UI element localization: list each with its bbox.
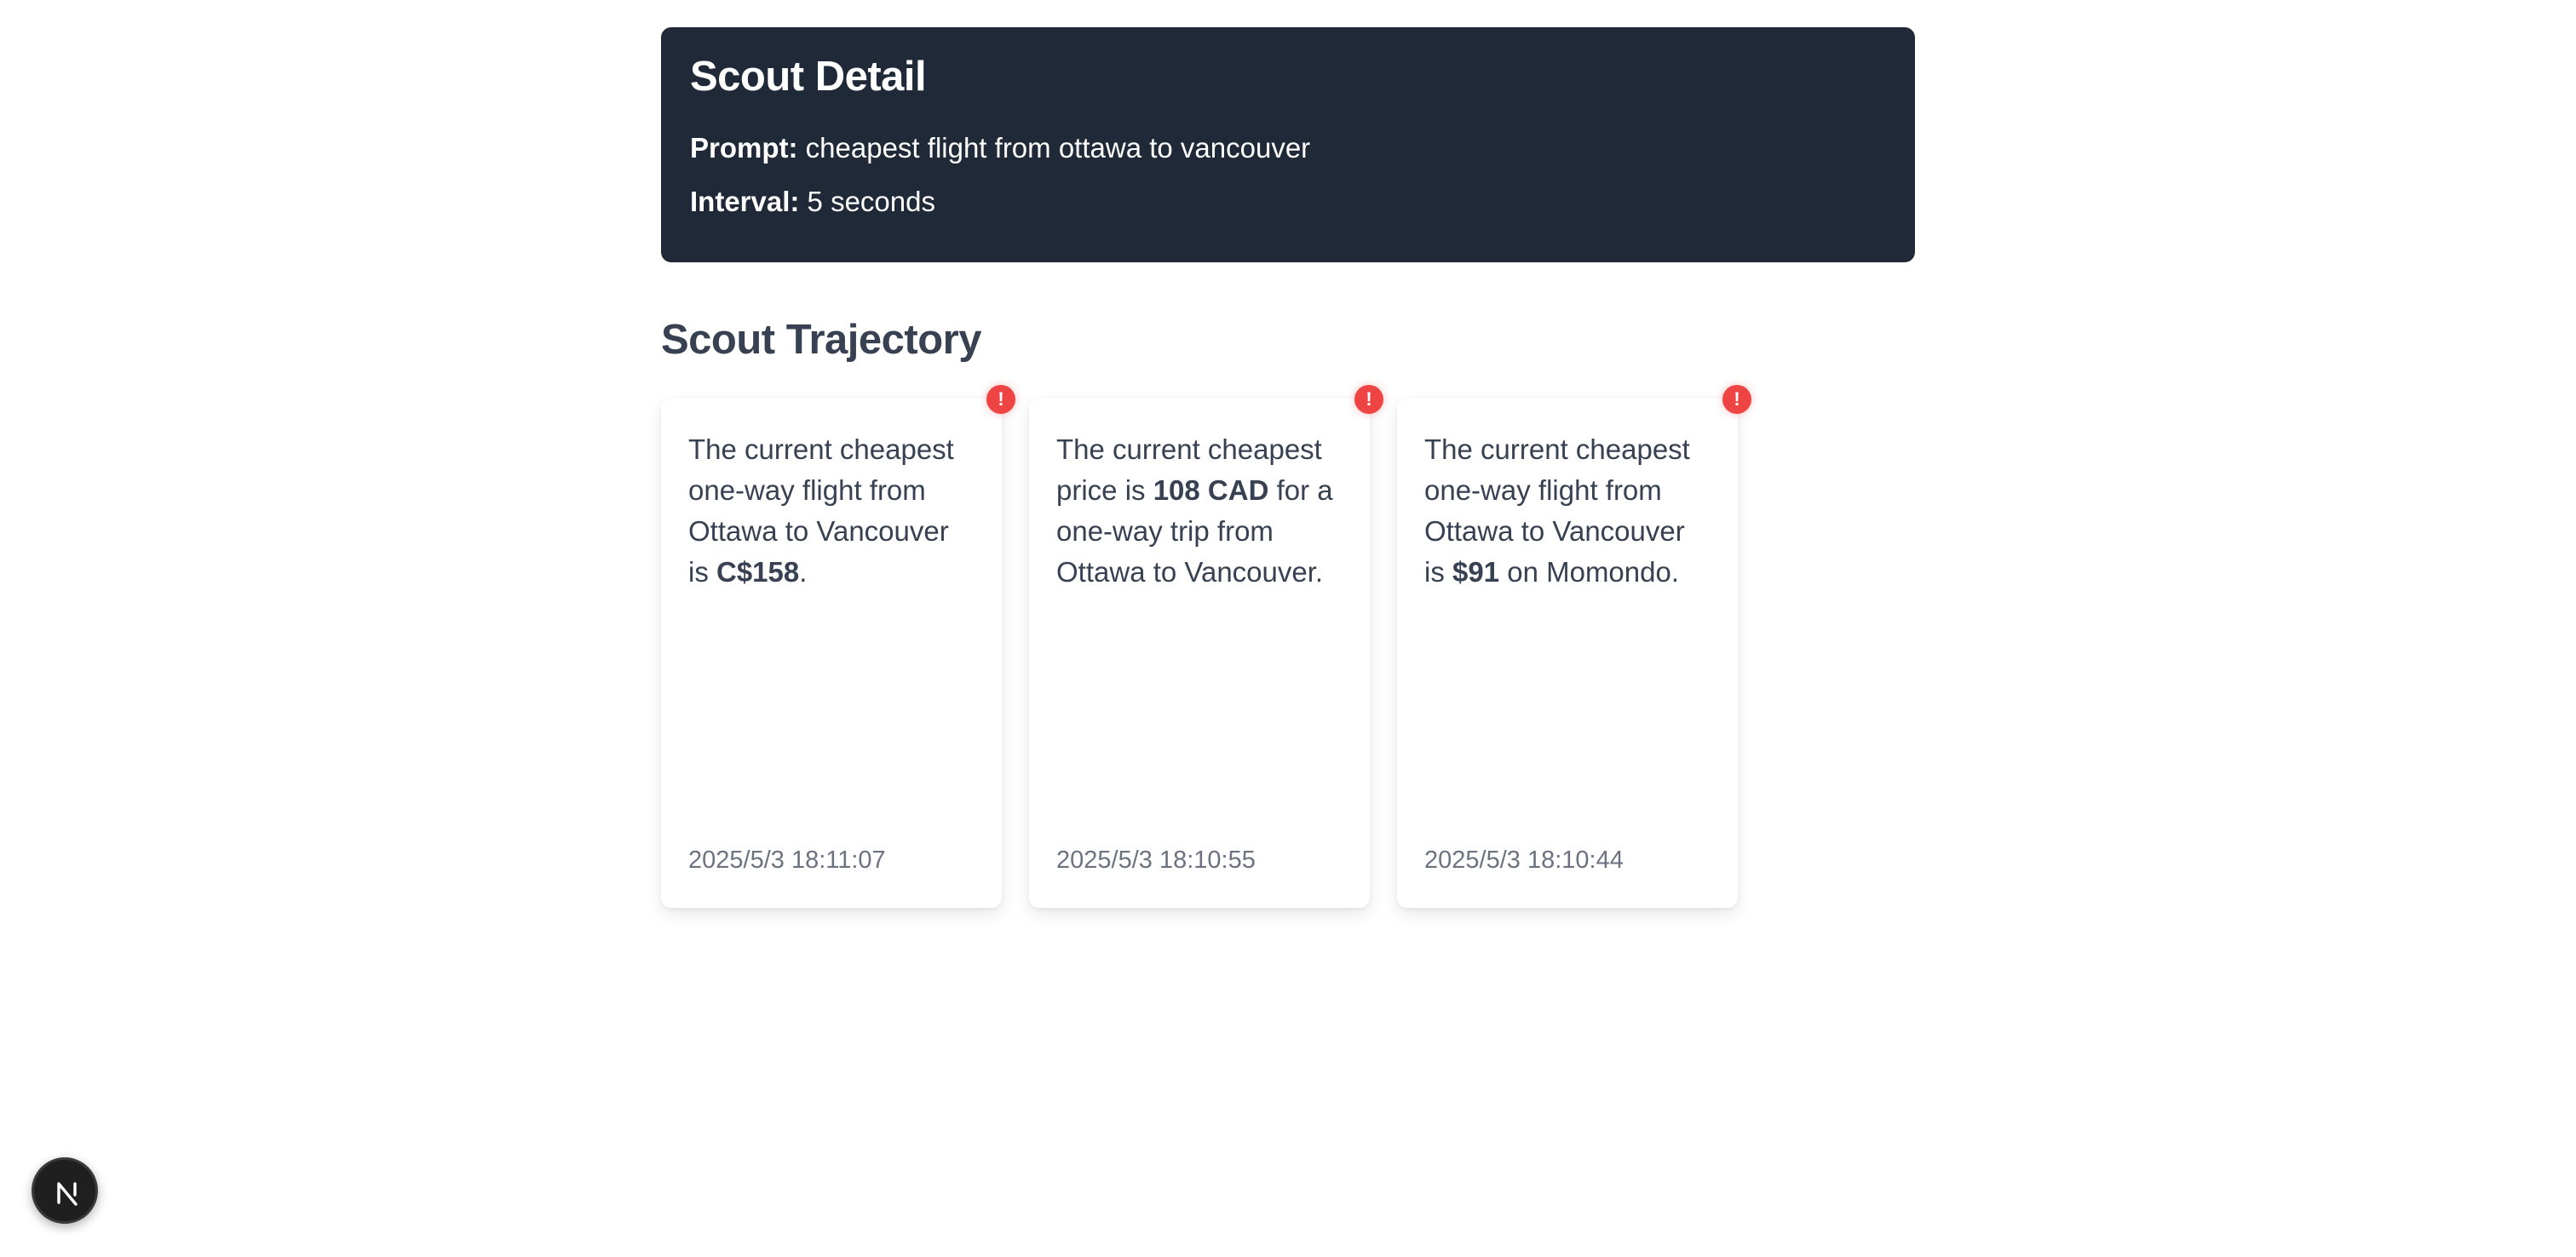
prompt-value: cheapest flight from ottawa to vancouver [805,132,1311,164]
trajectory-card[interactable]: The current cheapest one-way flight from… [661,385,1015,908]
alert-icon: ! [986,385,1015,414]
price-highlight: $91 [1452,556,1500,588]
trajectory-card-timestamp: 2025/5/3 18:10:44 [1424,847,1624,874]
scout-trajectory-title: Scout Trajectory [661,317,981,363]
interval-value: 5 seconds [807,186,935,217]
interval-row: Interval: 5 seconds [690,187,1886,215]
nextjs-dev-tools-button[interactable] [32,1157,98,1224]
prompt-row: Prompt: cheapest flight from ottawa to v… [690,134,1886,162]
alert-icon: ! [1354,385,1383,414]
nextjs-logo-icon [57,1182,78,1206]
alert-icon: ! [1722,385,1751,414]
trajectory-card[interactable]: The current cheapest one-way flight from… [1397,385,1751,908]
trajectory-card-text: The current cheapest price is 108 CAD fo… [1056,433,1333,588]
price-highlight: 108 CAD [1153,474,1269,506]
price-highlight: C$158 [716,556,800,588]
trajectory-card-text: The current cheapest one-way flight from… [688,433,954,588]
trajectory-card[interactable]: The current cheapest price is 108 CAD fo… [1029,385,1383,908]
trajectory-card-timestamp: 2025/5/3 18:10:55 [1056,847,1256,874]
scout-detail-panel: Scout Detail Prompt: cheapest flight fro… [661,27,1915,262]
trajectory-card-timestamp: 2025/5/3 18:11:07 [688,847,886,874]
prompt-label: Prompt: [690,132,798,164]
trajectory-card-text: The current cheapest one-way flight from… [1424,433,1690,588]
scout-detail-title: Scout Detail [690,54,927,100]
interval-label: Interval: [690,186,800,217]
